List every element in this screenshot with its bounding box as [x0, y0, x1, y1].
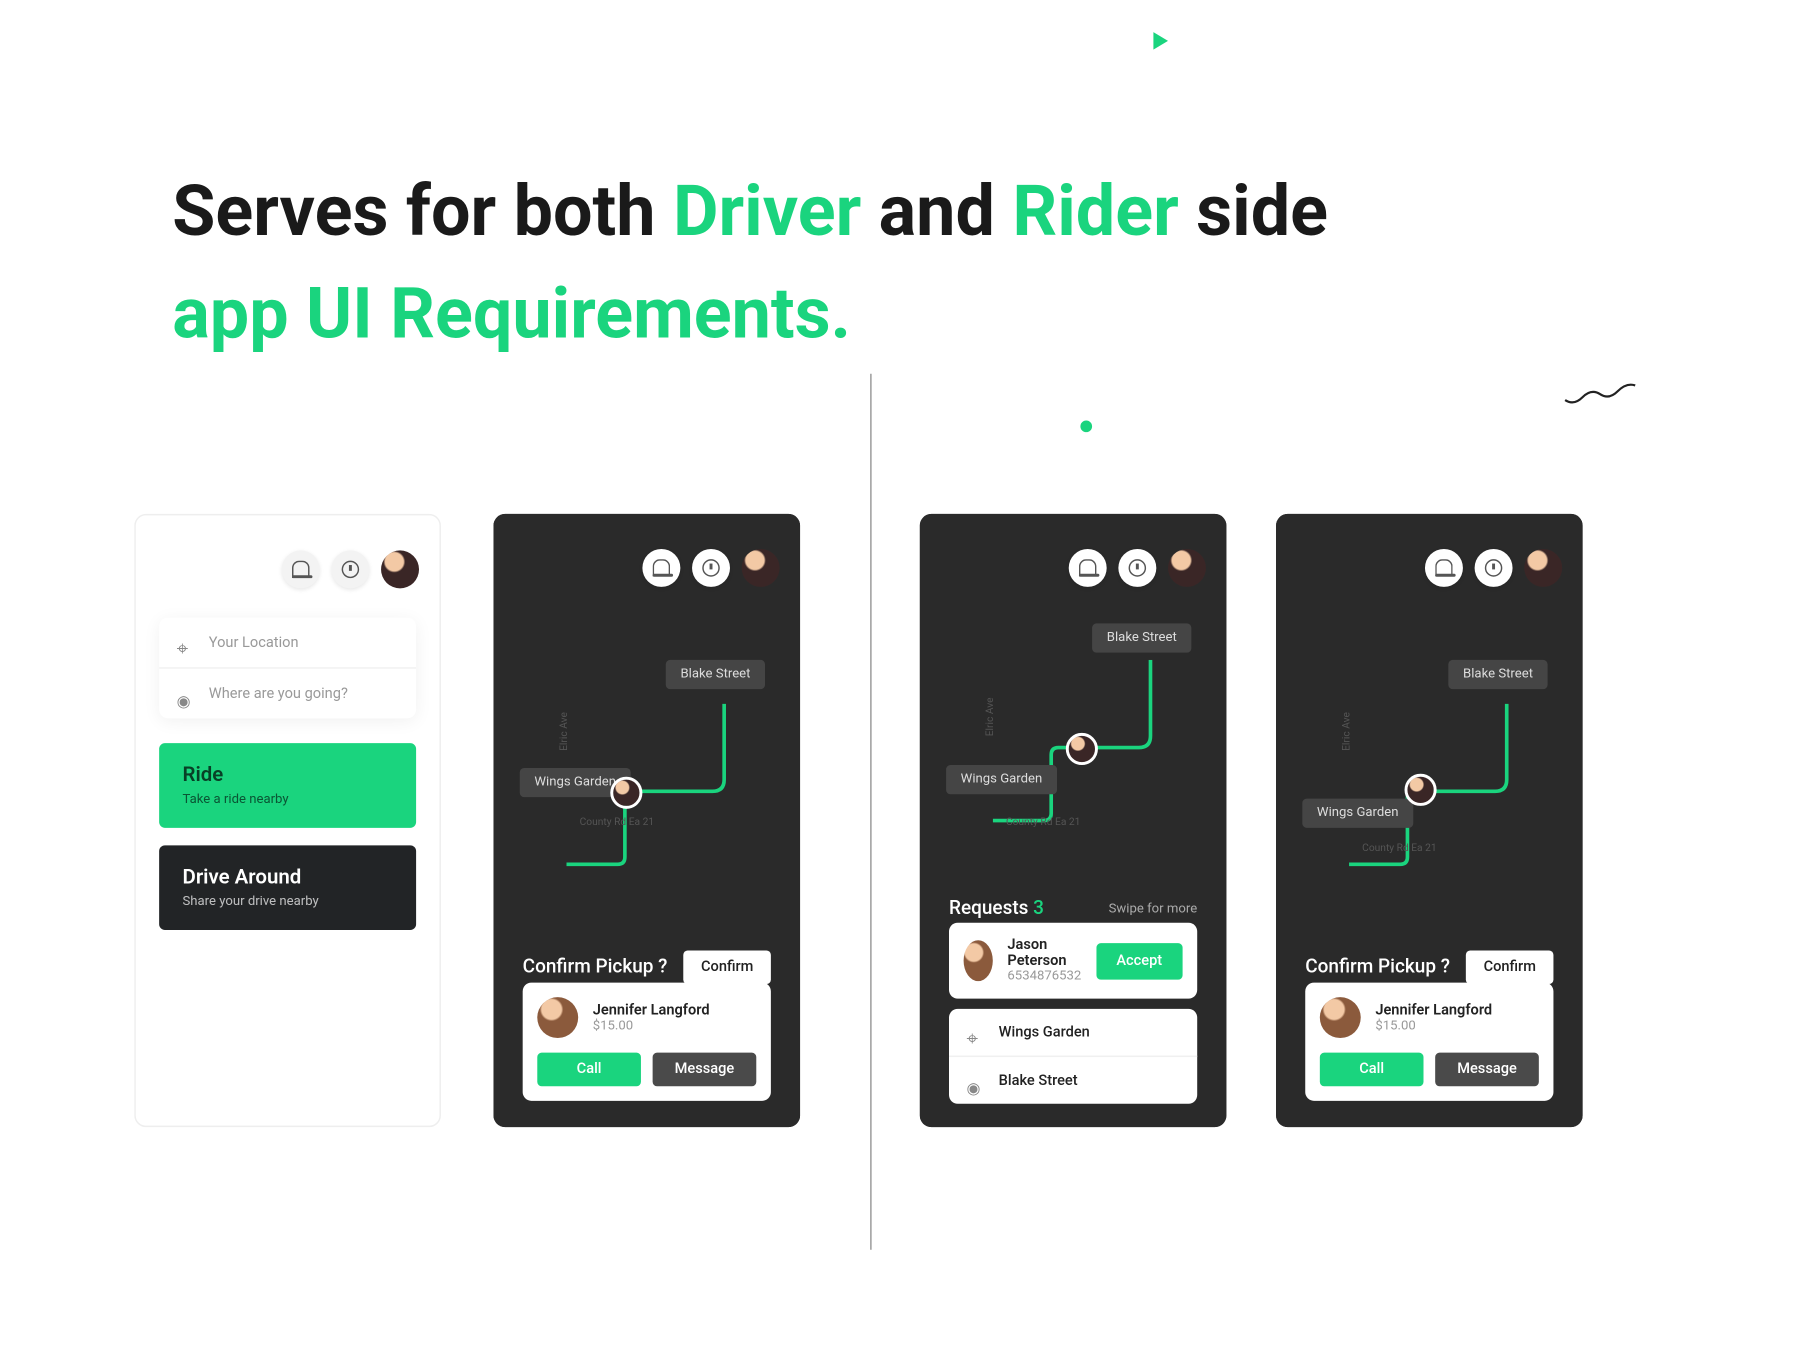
street-label: Wings Garden [1302, 799, 1413, 828]
rider-code: 6534876532 [1007, 969, 1081, 984]
road-label: Elric Ave [558, 712, 570, 751]
avatar[interactable] [742, 549, 780, 587]
user-price: $15.00 [593, 1018, 710, 1033]
confirm-button[interactable]: Confirm [683, 950, 770, 984]
message-button[interactable]: Message [1435, 1053, 1539, 1087]
ride-subtitle: Take a ride nearby [183, 793, 393, 808]
phone-rider-home: Your Location Where are you going? Ride … [134, 514, 441, 1127]
pin-icon [177, 685, 195, 703]
squiggle-decoration [1562, 380, 1642, 409]
bell-icon[interactable] [1425, 549, 1463, 587]
road-label: County Rd Ea 21 [580, 816, 654, 828]
driver-marker[interactable] [1066, 733, 1098, 765]
page-title: Serves for both Driver and Rider side ap… [172, 161, 1328, 364]
street-label: Blake Street [666, 660, 765, 689]
road-label: County Rd Ea 21 [1006, 816, 1080, 828]
clock-icon[interactable] [331, 550, 369, 588]
bell-icon[interactable] [282, 550, 320, 588]
phone-confirm-pickup-alt: Blake Street Wings Garden Elric Ave Coun… [1276, 514, 1583, 1127]
clock-icon[interactable] [692, 549, 730, 587]
user-avatar[interactable] [1320, 997, 1361, 1038]
pickup-location[interactable]: Wings Garden [949, 1009, 1197, 1056]
call-button[interactable]: Call [1320, 1053, 1424, 1087]
request-card[interactable]: Jason Peterson 6534876532 Accept [949, 923, 1197, 999]
message-button[interactable]: Message [653, 1053, 757, 1087]
search-card: Your Location Where are you going? [159, 618, 416, 719]
ride-button[interactable]: Ride Take a ride nearby [159, 743, 416, 828]
rider-name: Jason Peterson [1007, 937, 1081, 969]
swipe-hint: Swipe for more [1109, 902, 1198, 917]
call-button[interactable]: Call [537, 1053, 641, 1087]
road-label: County Rd Ea 21 [1362, 842, 1436, 854]
avatar[interactable] [381, 550, 419, 588]
requests-title: Requests 3 [949, 898, 1044, 920]
road-label: Elric Ave [984, 697, 996, 736]
driver-marker[interactable] [1405, 774, 1437, 806]
location-text: Blake Street [999, 1072, 1078, 1088]
drive-subtitle: Share your drive nearby [183, 895, 393, 910]
location-card: Wings Garden Blake Street [949, 1009, 1197, 1104]
road-label: Elric Ave [1341, 712, 1353, 751]
avatar[interactable] [1168, 549, 1206, 587]
phone-confirm-pickup: Blake Street Wings Garden Elric Ave Coun… [493, 514, 800, 1127]
clock-icon[interactable] [1475, 549, 1513, 587]
ride-title: Ride [183, 764, 393, 787]
user-card: Jennifer Langford $15.00 Call Message [523, 983, 771, 1101]
location-text: Wings Garden [999, 1024, 1090, 1040]
confirm-title: Confirm Pickup ? [1305, 956, 1450, 978]
bell-icon[interactable] [642, 549, 680, 587]
drive-title: Drive Around [183, 866, 393, 889]
destination-input[interactable]: Where are you going? [159, 667, 416, 718]
play-icon [1153, 32, 1168, 50]
target-icon [967, 1023, 985, 1041]
clock-icon[interactable] [1118, 549, 1156, 587]
user-price: $15.00 [1375, 1018, 1492, 1033]
phone-requests: Blake Street Wings Garden Elric Ave Coun… [920, 514, 1227, 1127]
input-placeholder: Where are you going? [209, 685, 348, 701]
user-name: Jennifer Langford [593, 1002, 710, 1018]
street-label: Wings Garden [946, 765, 1057, 794]
street-label: Blake Street [1448, 660, 1547, 689]
your-location-input[interactable]: Your Location [159, 618, 416, 668]
target-icon [177, 634, 195, 652]
confirm-button[interactable]: Confirm [1466, 950, 1553, 984]
user-avatar[interactable] [537, 997, 578, 1038]
street-label: Blake Street [1092, 623, 1191, 652]
avatar[interactable] [1524, 549, 1562, 587]
confirm-title: Confirm Pickup ? [523, 956, 668, 978]
dot-icon [1080, 420, 1092, 432]
accept-button[interactable]: Accept [1096, 942, 1183, 979]
dropoff-location[interactable]: Blake Street [949, 1056, 1197, 1104]
input-placeholder: Your Location [209, 634, 299, 650]
rider-avatar [964, 940, 993, 981]
requests-count: 3 [1033, 898, 1044, 920]
user-name: Jennifer Langford [1375, 1002, 1492, 1018]
driver-marker[interactable] [610, 777, 642, 809]
user-card: Jennifer Langford $15.00 Call Message [1305, 983, 1553, 1101]
pin-icon [967, 1072, 985, 1090]
bell-icon[interactable] [1069, 549, 1107, 587]
vertical-divider [870, 374, 871, 1250]
drive-around-button[interactable]: Drive Around Share your drive nearby [159, 845, 416, 930]
